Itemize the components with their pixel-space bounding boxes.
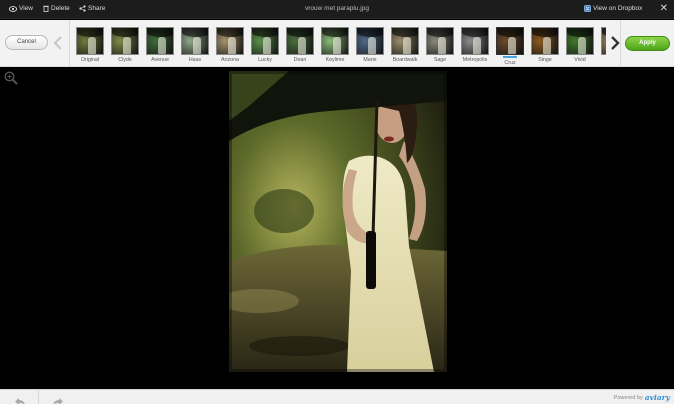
divider <box>620 20 621 67</box>
powered-label: Powered by <box>613 394 643 401</box>
redo-icon[interactable] <box>52 393 64 404</box>
filter-thumbnail <box>216 27 244 55</box>
filter-label: Lucky <box>258 57 272 63</box>
filter-thumbnail <box>601 27 606 55</box>
view-on-dropbox-link[interactable]: View on Dropbox <box>584 5 642 12</box>
filter-vivid[interactable]: Vivid <box>565 27 595 63</box>
filter-sandy[interactable]: Sandy <box>600 27 606 63</box>
filter-label: Metropolis <box>462 57 488 63</box>
filter-strip: Original Clyde Avenue Haas Arizona Lucky Dean K… <box>70 20 606 67</box>
filter-bar: Cancel Original Clyde Avenue Haas Arizona Luc… <box>0 20 674 67</box>
filter-thumbnail <box>531 27 559 55</box>
filter-boardwalk[interactable]: Boardwalk <box>390 27 420 63</box>
filter-thumbnail <box>181 27 209 55</box>
filter-thumbnail <box>321 27 349 55</box>
filter-thumbnail <box>391 27 419 55</box>
bottom-bar: Powered by aviary <box>0 389 674 404</box>
filter-thumbnail <box>146 27 174 55</box>
apply-button[interactable]: Apply <box>625 36 670 51</box>
undo-icon[interactable] <box>14 393 26 404</box>
filter-thumbnail <box>426 27 454 55</box>
chevron-left-icon[interactable] <box>53 36 63 55</box>
filter-dean[interactable]: Dean <box>285 27 315 63</box>
filter-label: Sandy <box>600 57 606 63</box>
filter-thumbnail <box>356 27 384 55</box>
filter-label: Singe <box>538 57 552 63</box>
filter-label: Original <box>80 57 100 63</box>
filter-label: Marie <box>363 57 377 63</box>
divider <box>38 390 39 404</box>
filter-arizona[interactable]: Arizona <box>215 27 245 63</box>
filter-keylime[interactable]: Keylime <box>320 27 350 63</box>
selected-indicator <box>503 56 517 58</box>
filter-thumbnail <box>251 27 279 55</box>
filter-label: Sage <box>433 57 447 63</box>
filter-lucky[interactable]: Lucky <box>250 27 280 63</box>
filter-marie[interactable]: Marie <box>355 27 385 63</box>
filter-label: Keylime <box>325 57 345 63</box>
aviary-logo: aviary <box>644 393 670 402</box>
filter-thumbnail <box>461 27 489 55</box>
zoom-in-icon[interactable] <box>4 71 18 90</box>
dropbox-label: View on Dropbox <box>593 5 643 12</box>
filter-cruz[interactable]: Cruz <box>495 27 525 66</box>
filter-thumbnail <box>496 27 524 55</box>
filter-label: Avenue <box>151 57 169 63</box>
filter-label: Haas <box>188 57 202 63</box>
dropbox-icon <box>584 5 591 12</box>
filter-original[interactable]: Original <box>75 27 105 63</box>
powered-by: Powered by aviary <box>614 393 670 402</box>
filter-label: Boardwalk <box>392 57 418 63</box>
top-bar: View Delete Share vrouw met paraplu.jpg … <box>0 0 674 19</box>
cancel-button[interactable]: Cancel <box>5 35 48 50</box>
filter-haas[interactable]: Haas <box>180 27 210 63</box>
file-name: vrouw met paraplu.jpg <box>305 5 369 12</box>
close-icon[interactable]: ✕ <box>660 3 668 14</box>
filter-thumbnail <box>76 27 104 55</box>
filter-avenue[interactable]: Avenue <box>145 27 175 63</box>
filter-clyde[interactable]: Clyde <box>110 27 140 63</box>
photo-editor: View Delete Share vrouw met paraplu.jpg … <box>0 0 674 404</box>
filter-thumbnail <box>286 27 314 55</box>
filter-label: Vivid <box>574 57 586 63</box>
filter-singe[interactable]: Singe <box>530 27 560 63</box>
filter-label: Arizona <box>221 57 239 63</box>
filter-label: Clyde <box>118 57 132 63</box>
chevron-right-icon[interactable] <box>610 36 620 55</box>
filter-thumbnail <box>566 27 594 55</box>
filter-label: Cruz <box>504 60 516 66</box>
photo-preview <box>229 71 447 372</box>
filter-thumbnail <box>111 27 139 55</box>
filter-sage[interactable]: Sage <box>425 27 455 63</box>
filter-label: Dean <box>293 57 307 63</box>
filter-metropolis[interactable]: Metropolis <box>460 27 490 63</box>
